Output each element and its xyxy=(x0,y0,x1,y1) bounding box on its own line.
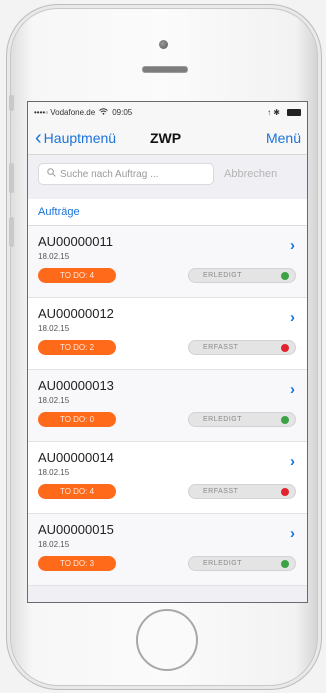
app-screen: ••••◦ Vodafone.de 09:05 ↑ ✱ ‹ Hauptmenü … xyxy=(27,101,308,603)
status-pill: ERLEDIGT xyxy=(188,268,296,283)
todo-badge: TO DO: 2 xyxy=(38,340,116,355)
volume-down-button xyxy=(9,217,14,247)
wifi-icon xyxy=(99,107,109,117)
order-row[interactable]: AU00000011 18.02.15 › TO DO: 4 ERLEDIGT xyxy=(28,226,307,298)
status-label: ERFASST xyxy=(203,344,239,351)
order-row[interactable]: AU00000015 18.02.15 › TO DO: 3 ERLEDIGT xyxy=(28,514,307,586)
status-dot-icon xyxy=(281,344,289,352)
todo-badge: TO DO: 3 xyxy=(38,556,116,571)
status-dot-icon xyxy=(281,560,289,568)
order-row[interactable]: AU00000012 18.02.15 › TO DO: 2 ERFASST xyxy=(28,298,307,370)
battery-icon xyxy=(287,108,301,116)
chevron-right-icon: › xyxy=(290,525,295,542)
menu-button[interactable]: Menü xyxy=(266,130,301,146)
status-label: ERLEDIGT xyxy=(203,560,243,567)
order-date: 18.02.15 xyxy=(38,252,70,261)
speaker-grille xyxy=(142,66,188,73)
status-pill: ERFASST xyxy=(188,340,296,355)
todo-badge: TO DO: 4 xyxy=(38,268,116,283)
chevron-right-icon: › xyxy=(290,381,295,398)
status-dot-icon xyxy=(281,272,289,280)
chevron-left-icon: ‹ xyxy=(35,127,42,149)
status-pill: ERLEDIGT xyxy=(188,556,296,571)
chevron-right-icon: › xyxy=(290,237,295,254)
carrier-label: ••••◦ Vodafone.de xyxy=(34,107,96,117)
order-date: 18.02.15 xyxy=(38,468,70,477)
back-label: Hauptmenü xyxy=(43,130,117,146)
order-date: 18.02.15 xyxy=(38,540,70,549)
search-placeholder: Suche nach Auftrag ... xyxy=(60,168,159,180)
volume-up-button xyxy=(9,163,14,193)
status-pill: ERLEDIGT xyxy=(188,412,296,427)
status-right-icons: ↑ ✱ xyxy=(267,107,280,117)
status-pill: ERFASST xyxy=(188,484,296,499)
mute-switch xyxy=(9,95,14,111)
order-id: AU00000013 xyxy=(38,378,114,393)
status-dot-icon xyxy=(281,416,289,424)
status-bar: ••••◦ Vodafone.de 09:05 ↑ ✱ xyxy=(28,102,307,122)
orders-list: AU00000011 18.02.15 › TO DO: 4 ERLEDIGT … xyxy=(28,226,307,586)
page-title: ZWP xyxy=(150,130,182,146)
order-date: 18.02.15 xyxy=(38,396,70,405)
clock-label: 09:05 xyxy=(112,107,133,117)
camera-icon xyxy=(159,40,168,49)
home-button[interactable] xyxy=(136,609,198,671)
status-label: ERFASST xyxy=(203,488,239,495)
todo-badge: TO DO: 4 xyxy=(38,484,116,499)
search-bar: Suche nach Auftrag ... Abbrechen xyxy=(28,155,307,193)
order-id: AU00000015 xyxy=(38,522,114,537)
search-icon xyxy=(47,168,56,180)
status-dot-icon xyxy=(281,488,289,496)
order-row[interactable]: AU00000014 18.02.15 › TO DO: 4 ERFASST xyxy=(28,442,307,514)
cancel-button[interactable]: Abbrechen xyxy=(224,168,277,180)
order-id: AU00000012 xyxy=(38,306,114,321)
status-label: ERLEDIGT xyxy=(203,272,243,279)
chevron-right-icon: › xyxy=(290,453,295,470)
todo-badge: TO DO: 0 xyxy=(38,412,116,427)
orders-section-header: Aufträge xyxy=(28,199,307,226)
chevron-right-icon: › xyxy=(290,309,295,326)
navigation-bar: ‹ Hauptmenü ZWP Menü xyxy=(28,122,307,155)
search-input[interactable]: Suche nach Auftrag ... xyxy=(38,163,214,185)
order-id: AU00000014 xyxy=(38,450,114,465)
order-row[interactable]: AU00000013 18.02.15 › TO DO: 0 ERLEDIGT xyxy=(28,370,307,442)
order-id: AU00000011 xyxy=(38,234,113,249)
order-date: 18.02.15 xyxy=(38,324,70,333)
back-button[interactable]: ‹ Hauptmenü xyxy=(28,128,116,148)
status-label: ERLEDIGT xyxy=(203,416,243,423)
